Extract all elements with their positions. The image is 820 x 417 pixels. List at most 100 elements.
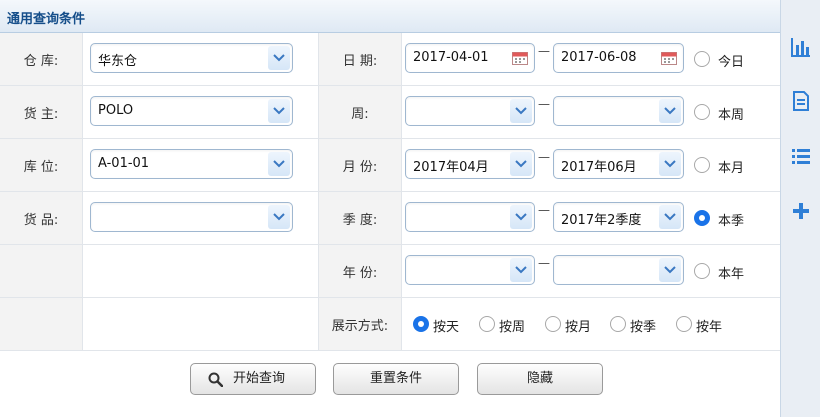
week-label: 周: xyxy=(351,107,369,122)
chevron-down-icon[interactable] xyxy=(659,152,681,176)
month-to-value: 2017年06月 xyxy=(561,160,637,175)
radio-by-quarter[interactable] xyxy=(610,316,626,332)
owner-label: 货 主: xyxy=(23,107,59,122)
radio-by-year[interactable] xyxy=(676,316,692,332)
warehouse-value: 华东仓 xyxy=(98,54,138,69)
radio-this-quarter[interactable] xyxy=(694,210,710,226)
start-search-button[interactable]: 开始查询 xyxy=(190,363,316,395)
date-from-value: 2017-04-01 xyxy=(413,50,489,65)
location-select[interactable]: A-01-01 xyxy=(90,149,293,179)
month-to-select[interactable]: 2017年06月 xyxy=(553,149,684,179)
warehouse-label: 仓 库: xyxy=(23,54,59,69)
chevron-down-icon[interactable] xyxy=(510,152,532,176)
week-from-select[interactable] xyxy=(405,96,535,126)
goods-label: 货 品: xyxy=(23,213,59,228)
right-toolbar xyxy=(781,0,820,417)
chevron-down-icon[interactable] xyxy=(659,99,681,123)
row-year: 年 份: — 本年 xyxy=(0,245,780,298)
year-from-select[interactable] xyxy=(405,255,535,285)
range-dash: — xyxy=(538,97,550,111)
radio-by-year-label: 按年 xyxy=(696,320,723,335)
range-dash: — xyxy=(538,256,550,270)
radio-this-quarter-label: 本季 xyxy=(718,214,745,229)
list-icon[interactable] xyxy=(790,145,812,167)
date-label: 日 期: xyxy=(342,54,378,69)
hide-label: 隐藏 xyxy=(526,371,553,386)
label-cell: 年 份: xyxy=(318,245,402,297)
chevron-down-icon[interactable] xyxy=(268,205,290,229)
search-icon xyxy=(208,372,223,387)
owner-select[interactable]: POLO xyxy=(90,96,293,126)
location-label: 库 位: xyxy=(23,160,59,175)
label-cell: 货 品: xyxy=(0,192,83,244)
quarter-label: 季 度: xyxy=(342,213,378,228)
radio-this-week-label: 本周 xyxy=(718,108,745,123)
week-to-select[interactable] xyxy=(553,96,684,126)
goods-select[interactable] xyxy=(90,202,293,232)
display-mode-label: 展示方式: xyxy=(331,319,389,334)
button-bar: 开始查询 重置条件 隐藏 xyxy=(0,349,780,417)
radio-this-month-label: 本月 xyxy=(718,161,745,176)
range-dash: — xyxy=(538,150,550,164)
chevron-down-icon[interactable] xyxy=(268,99,290,123)
radio-this-year[interactable] xyxy=(694,263,710,279)
panel-title: 通用查询条件 xyxy=(7,12,86,27)
document-icon[interactable] xyxy=(790,90,812,112)
label-cell: 日 期: xyxy=(318,33,402,85)
month-label: 月 份: xyxy=(342,160,378,175)
range-dash: — xyxy=(538,44,550,58)
chevron-down-icon[interactable] xyxy=(510,205,532,229)
calendar-icon[interactable] xyxy=(512,51,528,65)
radio-by-day-label: 按天 xyxy=(433,320,460,335)
owner-value: POLO xyxy=(98,103,134,118)
panel-title-bar: 通用查询条件 xyxy=(0,0,780,33)
month-from-select[interactable]: 2017年04月 xyxy=(405,149,535,179)
row-location-month: 库 位: A-01-01 月 份: 2017年04月 — 2017年06月 本月 xyxy=(0,139,780,192)
quarter-from-select[interactable] xyxy=(405,202,535,232)
radio-this-week[interactable] xyxy=(694,104,710,120)
location-value: A-01-01 xyxy=(98,156,150,171)
radio-by-day[interactable] xyxy=(413,316,429,332)
radio-by-week-label: 按周 xyxy=(499,320,526,335)
label-cell: 月 份: xyxy=(318,139,402,191)
year-to-select[interactable] xyxy=(553,255,684,285)
reset-button[interactable]: 重置条件 xyxy=(333,363,459,395)
row-display-mode: 展示方式: 按天 按周 按月 按季 按年 xyxy=(0,298,780,351)
date-from-input[interactable]: 2017-04-01 xyxy=(405,43,535,73)
label-cell: 库 位: xyxy=(0,139,83,191)
radio-by-month[interactable] xyxy=(545,316,561,332)
chevron-down-icon[interactable] xyxy=(510,99,532,123)
query-panel: 通用查询条件 仓 库: 华东仓 日 期: 2017-04-01 — 2017-0… xyxy=(0,0,781,417)
warehouse-select[interactable]: 华东仓 xyxy=(90,43,293,73)
row-owner-week: 货 主: POLO 周: — 本周 xyxy=(0,86,780,139)
radio-this-month[interactable] xyxy=(694,157,710,173)
month-from-value: 2017年04月 xyxy=(413,160,489,175)
date-to-value: 2017-06-08 xyxy=(561,50,637,65)
date-to-input[interactable]: 2017-06-08 xyxy=(553,43,684,73)
calendar-icon[interactable] xyxy=(661,51,677,65)
chevron-down-icon[interactable] xyxy=(659,205,681,229)
label-cell xyxy=(0,245,83,297)
range-dash: — xyxy=(538,203,550,217)
quarter-to-select[interactable]: 2017年2季度 xyxy=(553,202,684,232)
hide-button[interactable]: 隐藏 xyxy=(477,363,603,395)
chevron-down-icon[interactable] xyxy=(659,258,681,282)
label-cell: 周: xyxy=(318,86,402,138)
radio-today[interactable] xyxy=(694,51,710,67)
plus-icon[interactable] xyxy=(790,200,812,222)
chevron-down-icon[interactable] xyxy=(268,46,290,70)
radio-by-quarter-label: 按季 xyxy=(630,320,657,335)
label-cell: 季 度: xyxy=(318,192,402,244)
start-search-label: 开始查询 xyxy=(233,371,286,386)
radio-by-week[interactable] xyxy=(479,316,495,332)
label-cell: 货 主: xyxy=(0,86,83,138)
radio-by-month-label: 按月 xyxy=(565,320,592,335)
radio-today-label: 今日 xyxy=(718,55,745,70)
label-cell xyxy=(0,298,83,350)
chevron-down-icon[interactable] xyxy=(268,152,290,176)
row-warehouse-date: 仓 库: 华东仓 日 期: 2017-04-01 — 2017-06-08 今日 xyxy=(0,33,780,86)
label-cell: 仓 库: xyxy=(0,33,83,85)
bar-chart-icon[interactable] xyxy=(790,36,812,58)
chevron-down-icon[interactable] xyxy=(510,258,532,282)
row-goods-quarter: 货 品: 季 度: — 2017年2季度 本季 xyxy=(0,192,780,245)
